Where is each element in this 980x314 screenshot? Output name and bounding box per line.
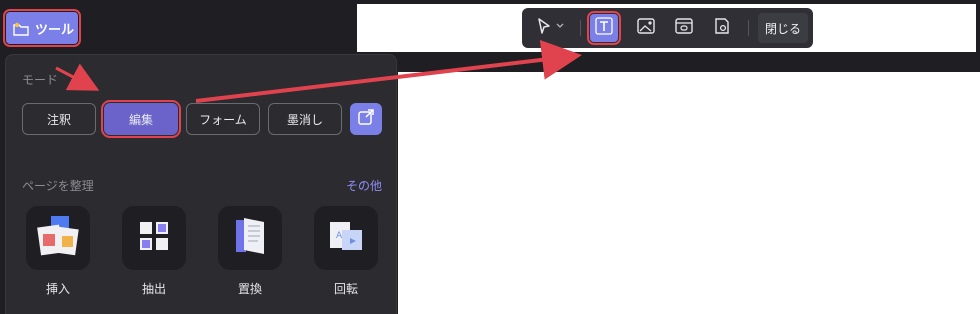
mode-redact-button[interactable]: 墨消し	[268, 103, 342, 135]
rotate-tile[interactable]: A	[314, 206, 378, 270]
toolbar-separator	[580, 20, 581, 36]
folder-icon	[13, 22, 29, 36]
close-edit-button[interactable]: 閉じる	[758, 13, 808, 43]
mode-annotate-button[interactable]: 注釈	[22, 103, 96, 135]
mode-section-label: モード	[22, 73, 59, 87]
insert-pages-icon	[35, 214, 81, 262]
more-link[interactable]: その他	[346, 177, 382, 194]
mode-form-button[interactable]: フォーム	[186, 103, 260, 135]
location-tool-button[interactable]	[708, 14, 736, 42]
edit-toolbar: 閉じる	[522, 8, 813, 48]
extract-tile-label: 抽出	[141, 282, 166, 296]
tools-button-label: ツール	[35, 22, 75, 38]
external-link-icon	[357, 108, 375, 130]
replace-pages-icon	[232, 216, 268, 260]
toolbar-separator	[748, 20, 749, 36]
insert-tile[interactable]	[26, 206, 90, 270]
insert-tile-label: 挿入	[45, 282, 70, 296]
extract-pages-icon	[136, 218, 172, 258]
document-page[interactable]	[398, 72, 980, 314]
cursor-icon	[533, 16, 565, 40]
external-open-button[interactable]	[350, 103, 382, 135]
image-icon	[636, 16, 656, 40]
svg-text:A: A	[336, 231, 343, 241]
text-icon	[594, 16, 614, 40]
text-tool-button[interactable]	[587, 11, 621, 45]
location-icon	[712, 16, 732, 40]
mode-edit-button[interactable]: 編集	[101, 100, 181, 138]
tools-panel: モード 注釈 編集 フォーム 墨消し ページを整理 その他 挿入 抽出 置換 A…	[5, 54, 397, 314]
replace-tile-label: 置換	[237, 282, 262, 296]
link-icon	[674, 16, 694, 40]
replace-tile[interactable]	[218, 206, 282, 270]
tools-button[interactable]: ツール	[3, 9, 81, 47]
rotate-tile-label: 回転	[333, 282, 358, 296]
image-tool-button[interactable]	[632, 14, 660, 42]
link-tool-button[interactable]	[670, 14, 698, 42]
rotate-pages-icon: A	[326, 218, 366, 258]
select-tool-button[interactable]	[528, 14, 570, 42]
extract-tile[interactable]	[122, 206, 186, 270]
organize-section-label: ページを整理	[22, 179, 94, 193]
